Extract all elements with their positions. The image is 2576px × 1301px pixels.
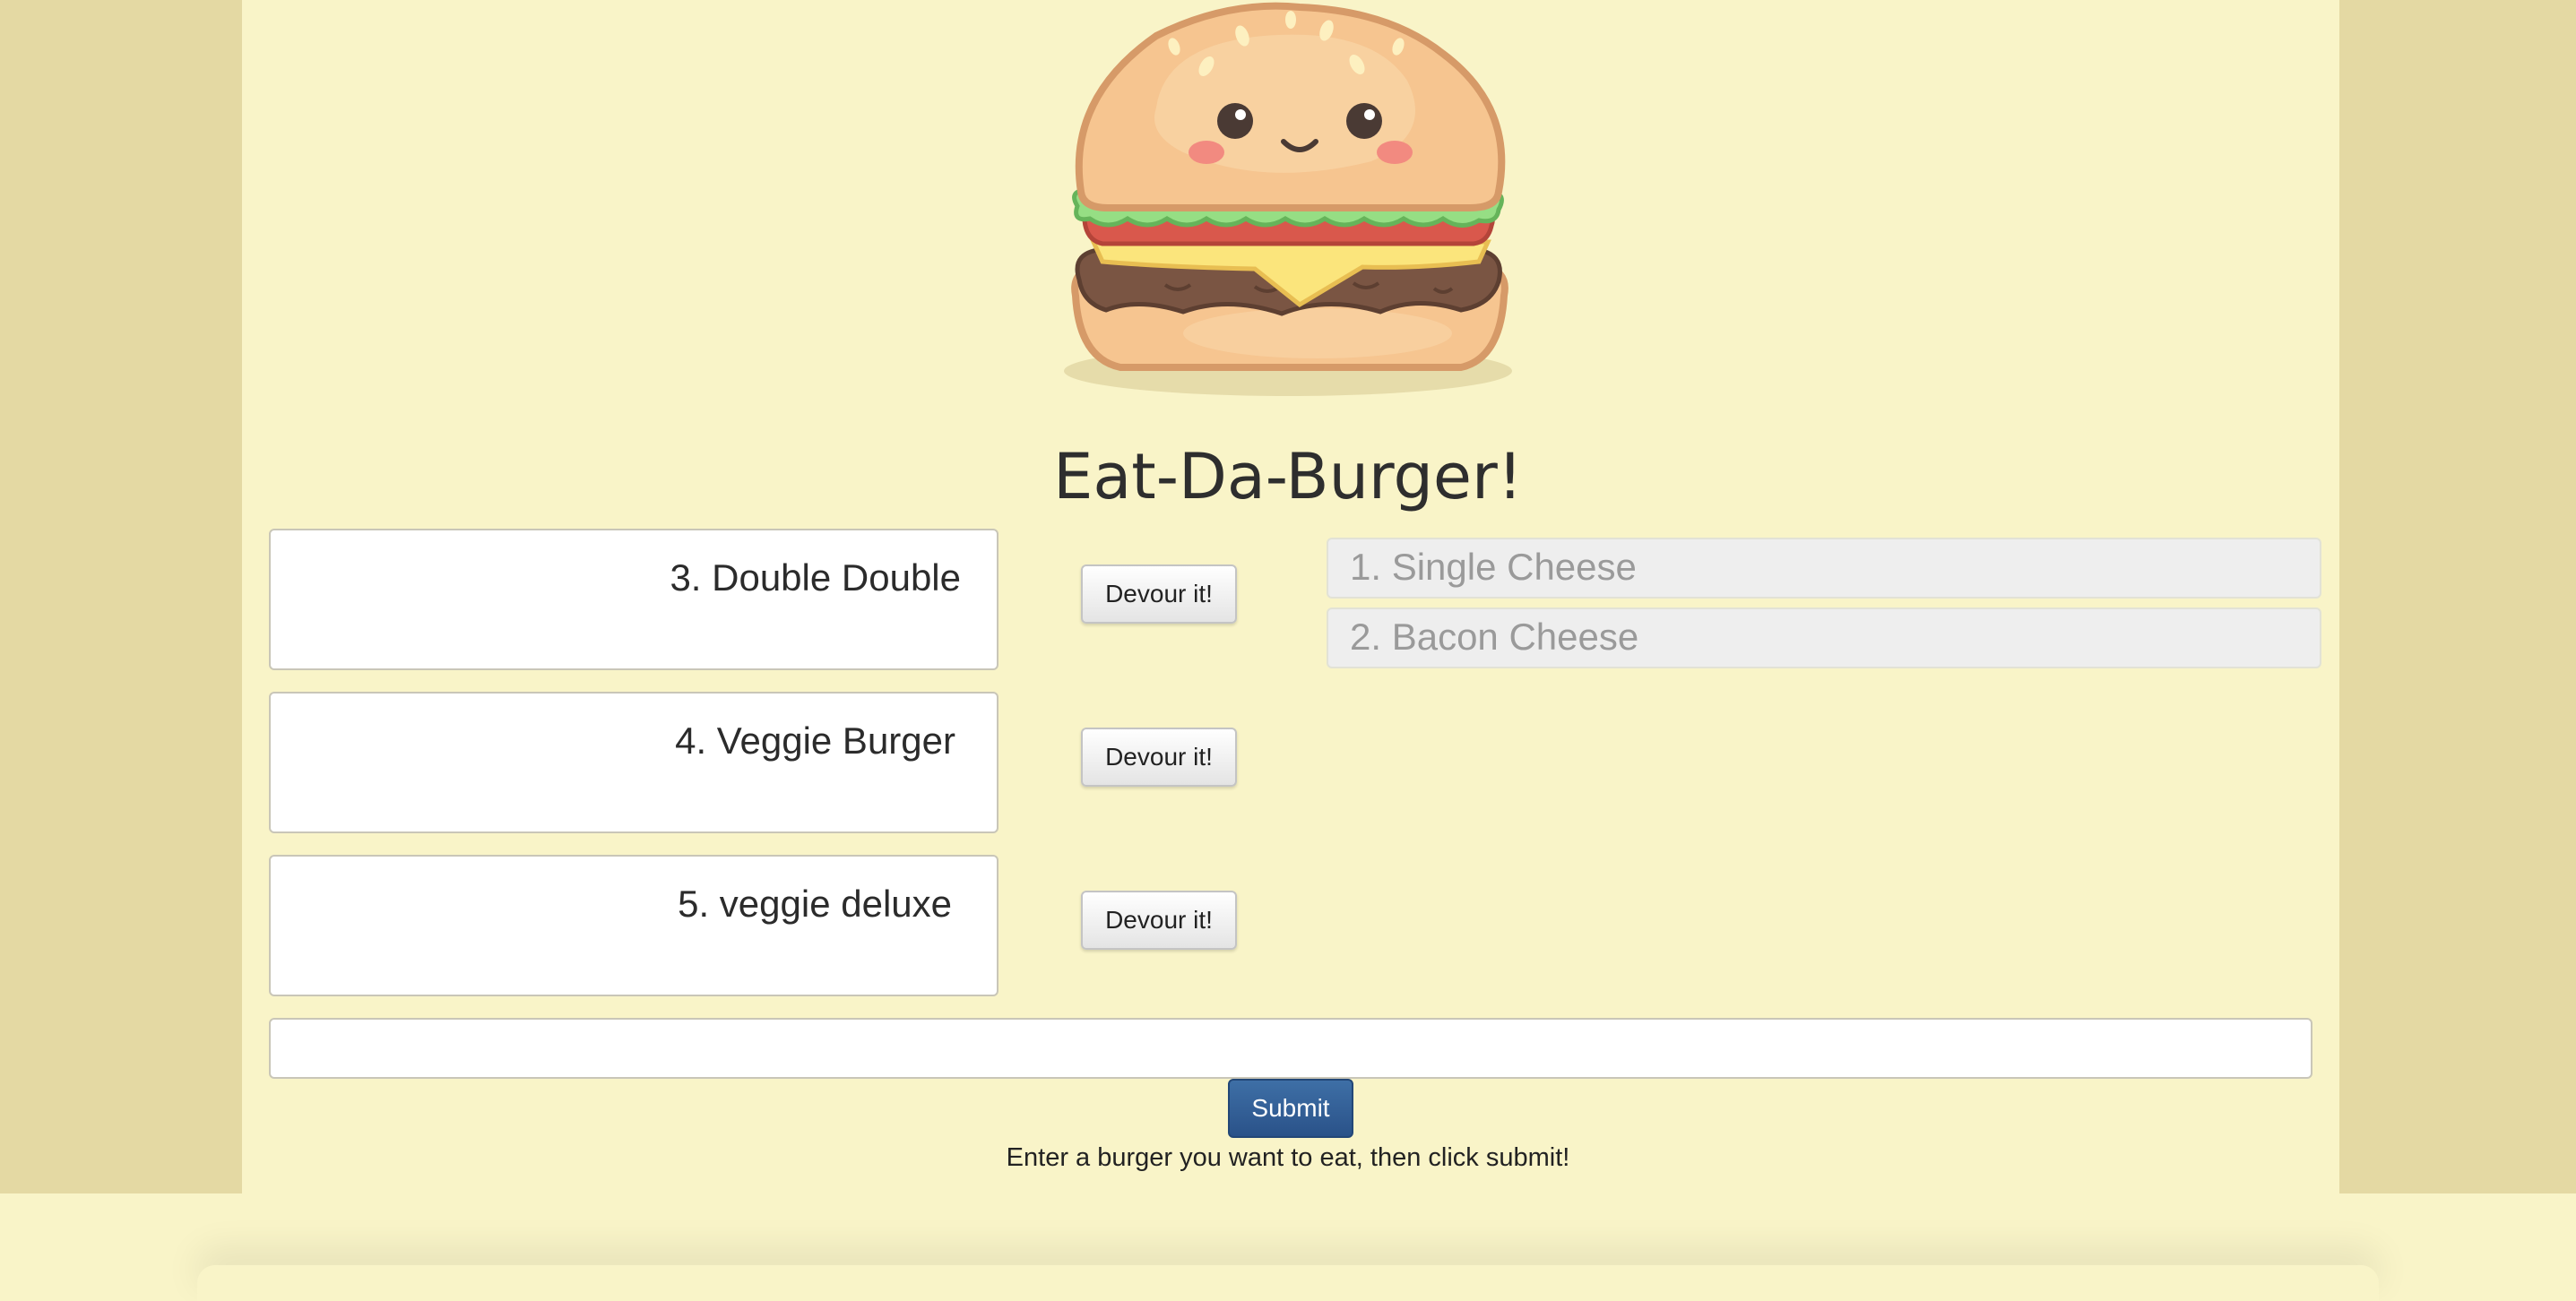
burger-name-input[interactable] — [269, 1018, 2312, 1079]
right-side-panel — [2339, 0, 2576, 1193]
submit-button[interactable]: Submit — [1228, 1079, 1353, 1138]
burger-card-2: 4. Veggie Burger — [269, 692, 998, 833]
kawaii-burger-icon — [1031, 0, 1545, 412]
burger-name: 3. Double Double — [670, 556, 961, 599]
form-hint: Enter a burger you want to eat, then cli… — [1006, 1143, 1570, 1172]
devour-button-3[interactable]: Devour it! — [1081, 891, 1237, 950]
page-title: Eat-Da-Burger! — [1053, 440, 1523, 513]
burger-name: 5. veggie deluxe — [678, 883, 952, 925]
burger-card-1: 3. Double Double — [269, 529, 998, 670]
devour-button-2[interactable]: Devour it! — [1081, 728, 1237, 787]
page: Eat-Da-Burger! 3. Double Double Devour i… — [0, 0, 2576, 1301]
footer-shadow — [197, 1265, 2379, 1301]
left-side-panel — [0, 0, 242, 1193]
burger-name: 4. Veggie Burger — [675, 719, 955, 762]
burger-card-3: 5. veggie deluxe — [269, 855, 998, 996]
devour-button-1[interactable]: Devour it! — [1081, 564, 1237, 624]
devoured-burger-2: 2. Bacon Cheese — [1327, 607, 2321, 668]
devoured-burger-1: 1. Single Cheese — [1327, 538, 2321, 599]
